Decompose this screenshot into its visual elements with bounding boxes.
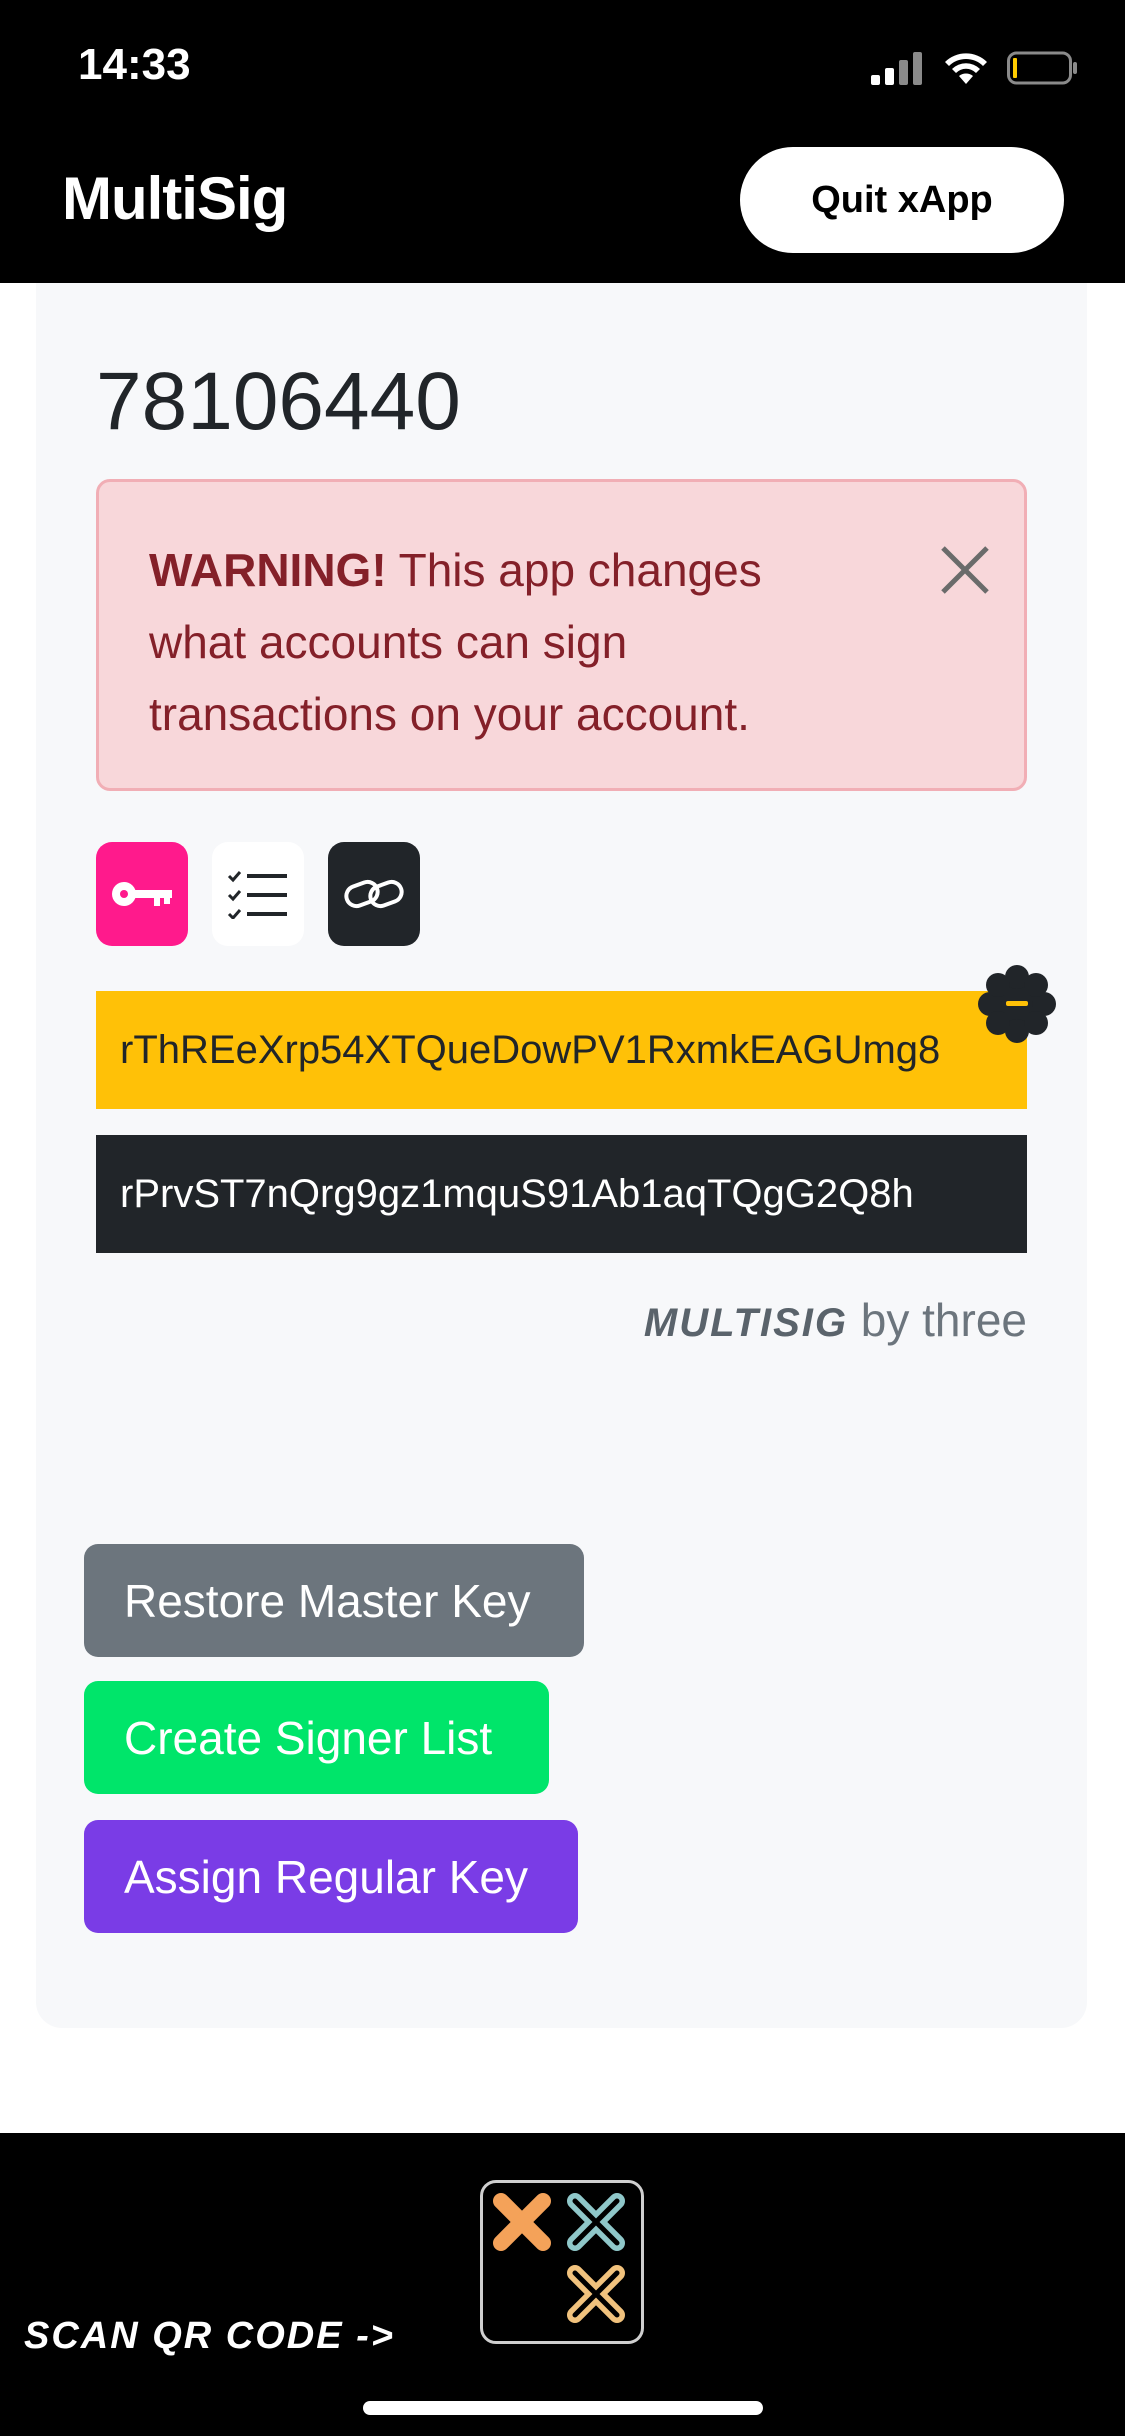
home-indicator [363, 2401, 763, 2415]
app-header: MultiSig Quit xApp [0, 140, 1125, 283]
list-icon [227, 871, 287, 919]
status-time: 14:33 [78, 40, 191, 89]
link-icon [344, 879, 404, 909]
battery-icon [1007, 51, 1077, 85]
signal-icon [871, 52, 922, 85]
bottom-bar: SCAN QR CODE -> [0, 2133, 1125, 2436]
scan-qr-label: SCAN QR CODE -> [24, 2315, 395, 2357]
credit-line: MULTISIG by three [644, 1293, 1027, 1347]
xumm-x-logo-icon [493, 2193, 625, 2323]
app-title: MultiSig [62, 165, 288, 232]
quit-xapp-button[interactable]: Quit xApp [740, 147, 1064, 253]
wifi-icon [945, 53, 987, 84]
minus-badge-icon [978, 965, 1056, 1043]
close-icon [941, 546, 989, 594]
warning-alert: WARNING! This app changes what accounts … [96, 479, 1027, 791]
key-icon [112, 882, 172, 906]
assign-regular-key-button[interactable]: Assign Regular Key [84, 1820, 578, 1933]
status-bar: 14:33 [0, 0, 1125, 140]
xapp-logo[interactable] [480, 2180, 644, 2344]
signer-address-selected[interactable]: rThREeXrp54XTQueDowPV1RxmkEAGUmg8 [96, 991, 1027, 1109]
main-card: 78106440 WARNING! This app changes what … [36, 283, 1087, 2028]
tab-master-key[interactable] [96, 842, 188, 946]
credit-suffix: by three [848, 1294, 1027, 1346]
credit-brand: MULTISIG [643, 1301, 848, 1345]
mode-tabs [96, 842, 420, 946]
signer-address[interactable]: rPrvST7nQrg9gz1mquS91Ab1aqTQgG2Q8h [96, 1135, 1027, 1253]
system-icons [871, 50, 1079, 86]
remove-signer-button[interactable] [976, 963, 1058, 1045]
tab-signer-list[interactable] [212, 842, 304, 946]
create-signer-list-button[interactable]: Create Signer List [84, 1681, 549, 1794]
restore-master-key-button[interactable]: Restore Master Key [84, 1544, 584, 1657]
warning-message: WARNING! This app changes what accounts … [149, 534, 849, 750]
tab-regular-key[interactable] [328, 842, 420, 946]
close-alert-button[interactable] [929, 534, 1001, 606]
account-number: 78106440 [96, 356, 461, 447]
warning-title: WARNING! [149, 544, 387, 596]
